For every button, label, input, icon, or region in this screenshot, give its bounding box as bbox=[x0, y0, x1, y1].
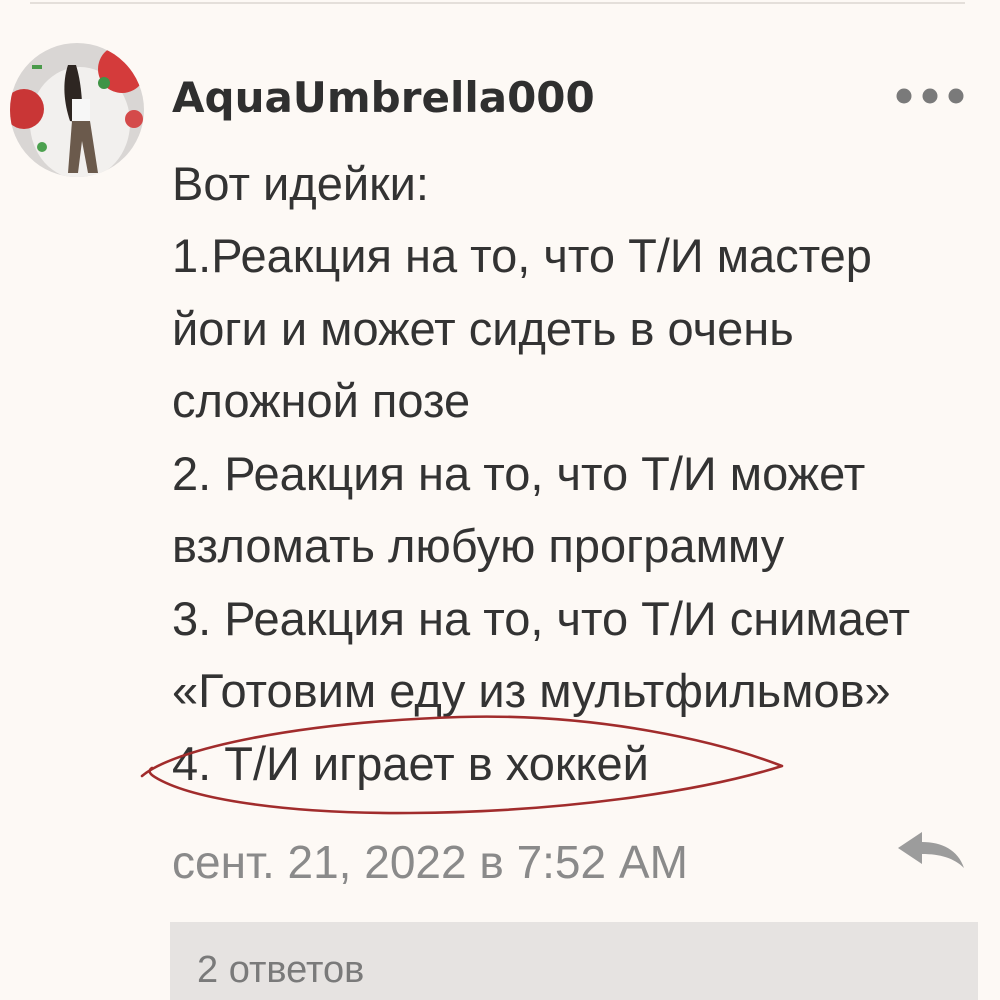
comment-line: йоги и может сидеть в очень bbox=[172, 301, 794, 355]
comment-line: 3. Реакция на то, что Т/И снимает bbox=[172, 591, 911, 645]
reply-arrow-icon[interactable] bbox=[894, 828, 968, 872]
comment-line: Вот идейки: bbox=[172, 156, 429, 210]
author-name[interactable]: AquaUmbrella000 bbox=[172, 73, 595, 123]
replies-count-label: 2 ответов bbox=[197, 949, 365, 991]
comment-line: сложной позе bbox=[172, 374, 471, 427]
comment-card: AquaUmbrella000 Вот идейки: 1.Реакция на… bbox=[0, 0, 1000, 1000]
replies-toggle[interactable]: 2 ответов bbox=[170, 922, 978, 1000]
comment-text: Вот идейки: 1.Реакция на то, что Т/И мас… bbox=[172, 148, 982, 801]
comment-line: «Готовим еду из мультфильмов» bbox=[172, 664, 891, 717]
comment-line: взломать любую программу bbox=[172, 519, 785, 572]
comment-line: 1.Реакция на то, что Т/И мастер bbox=[172, 229, 872, 282]
comment-line: 2. Реакция на то, что Т/И может bbox=[172, 446, 866, 500]
avatar-image bbox=[10, 43, 144, 177]
comment-timestamp: сент. 21, 2022 в 7:52 AM bbox=[172, 836, 688, 888]
avatar[interactable] bbox=[10, 43, 144, 177]
comment-line-highlighted: 4. Т/И играет в хоккей bbox=[172, 736, 649, 790]
more-dots-icon[interactable] bbox=[892, 84, 968, 108]
